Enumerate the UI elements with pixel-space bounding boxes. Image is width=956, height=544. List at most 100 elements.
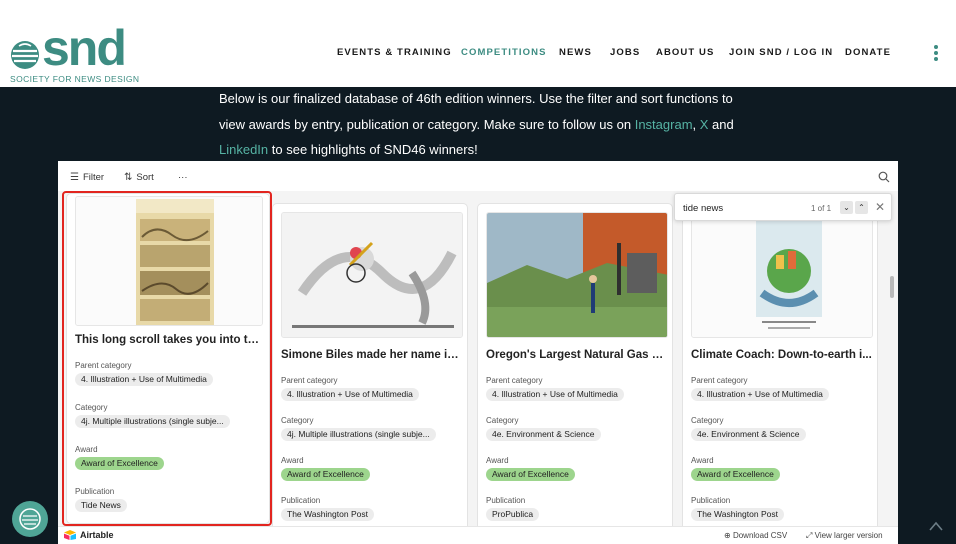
nav-donate[interactable]: DONATE bbox=[845, 47, 891, 58]
globe-logo-icon bbox=[11, 41, 39, 69]
nav-events-training[interactable]: EVENTS & TRAINING bbox=[337, 47, 452, 58]
award-pill: Award of Excellence bbox=[486, 468, 575, 481]
view-larger-label: View larger version bbox=[814, 531, 883, 540]
category-label: Category bbox=[486, 416, 519, 425]
download-icon: ⊕ bbox=[724, 531, 731, 540]
intro-text-span: to see highlights of SND46 winners! bbox=[268, 142, 478, 157]
nav-jobs[interactable]: JOBS bbox=[610, 47, 640, 58]
chevron-up-icon[interactable]: ⌃ bbox=[855, 201, 868, 214]
card-thumbnail bbox=[281, 212, 463, 338]
card-title: Oregon's Largest Natural Gas C... bbox=[486, 349, 668, 361]
publication-label: Publication bbox=[281, 496, 321, 505]
intro-line-3: LinkedIn to see highlights of SND46 winn… bbox=[219, 137, 779, 163]
expand-icon: ⤢ bbox=[806, 531, 813, 540]
filter-label: Filter bbox=[82, 172, 105, 183]
card-title: This long scroll takes you into th... bbox=[75, 334, 263, 346]
card-thumbnail bbox=[691, 212, 873, 338]
award-pill: Award of Excellence bbox=[75, 457, 164, 470]
embed-toolbar: ☰ Filter ⇅ Sort ··· bbox=[58, 161, 898, 191]
filter-button[interactable]: ☰ Filter bbox=[70, 172, 104, 183]
climate-globe-illustration-image bbox=[692, 213, 872, 337]
publication-pill: Tide News bbox=[75, 499, 127, 512]
record-card[interactable]: Simone Biles made her name in ... Parent… bbox=[272, 203, 468, 534]
nav-news[interactable]: NEWS bbox=[559, 47, 592, 58]
sort-label: Sort bbox=[136, 172, 154, 183]
filter-icon: ☰ bbox=[70, 172, 79, 183]
category-label: Category bbox=[75, 403, 108, 412]
parent-category-pill: 4. Illustration + Use of Multimedia bbox=[75, 373, 213, 386]
vertical-scrollbar[interactable] bbox=[890, 276, 894, 298]
linkedin-link[interactable]: LinkedIn bbox=[219, 142, 268, 157]
intro-line-2: view awards by entry, publication or cat… bbox=[219, 112, 779, 138]
scroll-to-top-icon[interactable] bbox=[928, 520, 944, 532]
download-csv-link[interactable]: ⊕ Download CSV bbox=[724, 531, 787, 540]
logo-tagline: SOCIETY FOR NEWS DESIGN bbox=[10, 74, 140, 84]
card-thumbnail bbox=[75, 196, 263, 326]
publication-pill: The Washington Post bbox=[691, 508, 784, 521]
snd-logo[interactable]: snd SOCIETY FOR NEWS DESIGN bbox=[10, 20, 150, 86]
record-card[interactable]: This long scroll takes you into th... Pa… bbox=[66, 193, 270, 524]
category-pill: 4e. Environment & Science bbox=[691, 428, 806, 441]
view-larger-link[interactable]: ⤢ View larger version bbox=[806, 531, 883, 541]
instagram-link[interactable]: Instagram bbox=[635, 117, 693, 132]
nav-competitions[interactable]: COMPETITIONS bbox=[461, 47, 547, 58]
close-icon[interactable]: ✕ bbox=[875, 200, 885, 214]
gymnast-illustration-image bbox=[282, 213, 462, 337]
logo-wordmark: snd bbox=[42, 20, 127, 76]
search-icon[interactable] bbox=[878, 171, 890, 183]
award-label: Award bbox=[486, 456, 509, 465]
airtable-brand-link[interactable]: Airtable bbox=[64, 530, 114, 540]
publication-pill: ProPublica bbox=[486, 508, 540, 521]
intro-text-span: and bbox=[708, 116, 734, 132]
award-pill: Award of Excellence bbox=[281, 468, 370, 481]
award-pill: Award of Excellence bbox=[691, 468, 780, 481]
parent-category-label: Parent category bbox=[75, 361, 132, 370]
award-label: Award bbox=[75, 445, 98, 454]
parent-category-pill: 4. Illustration + Use of Multimedia bbox=[691, 388, 829, 401]
chevron-down-icon[interactable]: ⌄ bbox=[840, 201, 853, 214]
find-input[interactable]: tide news bbox=[683, 203, 723, 214]
intro-sep: , bbox=[692, 116, 700, 132]
parent-category-pill: 4. Illustration + Use of Multimedia bbox=[486, 388, 624, 401]
sort-icon: ⇅ bbox=[124, 172, 133, 183]
airtable-logo-icon bbox=[64, 530, 76, 540]
intro-line-1: Below is our finalized database of 46th … bbox=[219, 91, 733, 106]
parent-category-pill: 4. Illustration + Use of Multimedia bbox=[281, 388, 419, 401]
record-card[interactable]: Climate Coach: Down-to-earth i... Parent… bbox=[682, 203, 878, 534]
publication-label: Publication bbox=[691, 496, 731, 505]
embed-footer: Airtable ⊕ Download CSV ⤢ View larger ve… bbox=[58, 526, 898, 544]
award-label: Award bbox=[691, 456, 714, 465]
award-label: Award bbox=[281, 456, 304, 465]
airtable-label: Airtable bbox=[80, 530, 114, 540]
find-in-page-bar: tide news 1 of 1 ⌄ ⌃ ✕ bbox=[674, 193, 892, 221]
badge-glyph-icon bbox=[19, 508, 41, 530]
gallery-grid: This long scroll takes you into th... Pa… bbox=[58, 191, 898, 534]
intro-text: Below is our finalized database of 46th … bbox=[219, 86, 779, 163]
nav-about-us[interactable]: ABOUT US bbox=[656, 47, 714, 58]
publication-pill: The Washington Post bbox=[281, 508, 374, 521]
category-label: Category bbox=[691, 416, 724, 425]
sort-button[interactable]: ⇅ Sort bbox=[124, 172, 154, 183]
parent-category-label: Parent category bbox=[486, 376, 543, 385]
category-pill: 4e. Environment & Science bbox=[486, 428, 601, 441]
site-header: snd SOCIETY FOR NEWS DESIGN EVENTS & TRA… bbox=[0, 0, 956, 87]
record-card[interactable]: Oregon's Largest Natural Gas C... Parent… bbox=[477, 203, 673, 534]
card-thumbnail bbox=[486, 212, 668, 338]
category-label: Category bbox=[281, 416, 314, 425]
more-label: ··· bbox=[178, 172, 188, 183]
category-pill: 4j. Multiple illustrations (single subje… bbox=[281, 428, 436, 441]
download-csv-label: Download CSV bbox=[732, 531, 788, 540]
find-match-count: 1 of 1 bbox=[811, 204, 832, 213]
nav-join-login[interactable]: JOIN SND / LOG IN bbox=[729, 47, 833, 58]
card-title: Simone Biles made her name in ... bbox=[281, 349, 463, 361]
intro-text-span: view awards by entry, publication or cat… bbox=[219, 116, 635, 132]
gas-plant-illustration-image bbox=[487, 213, 667, 337]
publication-label: Publication bbox=[75, 487, 115, 496]
parent-category-label: Parent category bbox=[691, 376, 748, 385]
more-options-button[interactable]: ··· bbox=[178, 172, 188, 183]
chat-widget-icon[interactable] bbox=[12, 501, 48, 537]
category-pill: 4j. Multiple illustrations (single subje… bbox=[75, 415, 230, 428]
kebab-menu-icon[interactable] bbox=[933, 45, 939, 63]
card-title: Climate Coach: Down-to-earth i... bbox=[691, 349, 872, 361]
scroll-illustration-image bbox=[76, 197, 262, 325]
